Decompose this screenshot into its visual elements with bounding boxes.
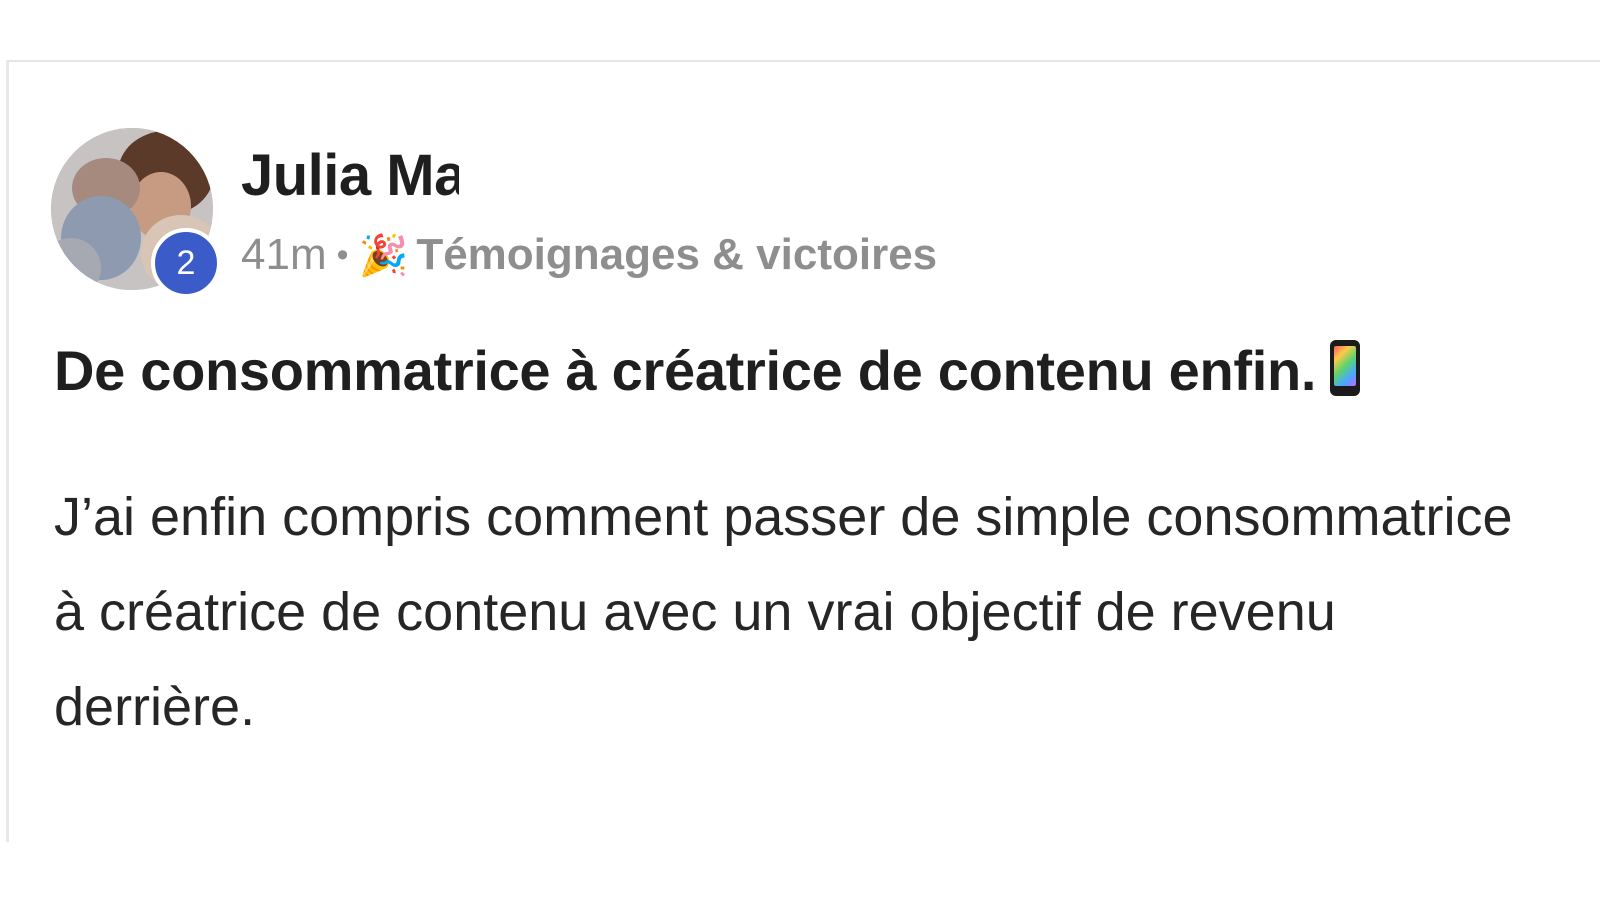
party-popper-icon: 🎉: [358, 233, 409, 278]
level-badge: 2: [151, 228, 221, 298]
author-avatar-wrapper[interactable]: 2: [51, 128, 221, 298]
name-redaction: [459, 140, 689, 210]
mobile-phone-icon: [1330, 340, 1361, 396]
post-category[interactable]: Témoignages & victoires: [416, 230, 937, 280]
author-name[interactable]: Julia Ma: [241, 142, 466, 209]
post-title-text: De consommatrice à créatrice de contenu …: [54, 339, 1317, 402]
post-title[interactable]: De consommatrice à créatrice de contenu …: [54, 338, 1361, 403]
post-meta: 41m • 🎉 Témoignages & victoires: [241, 230, 937, 280]
meta-separator: •: [336, 235, 349, 274]
post-card: 2 Julia Ma 41m • 🎉 Témoignages & victoir…: [6, 60, 1600, 842]
post-body: J’ai enfin compris comment passer de sim…: [54, 487, 1513, 737]
post-time[interactable]: 41m: [241, 230, 327, 280]
